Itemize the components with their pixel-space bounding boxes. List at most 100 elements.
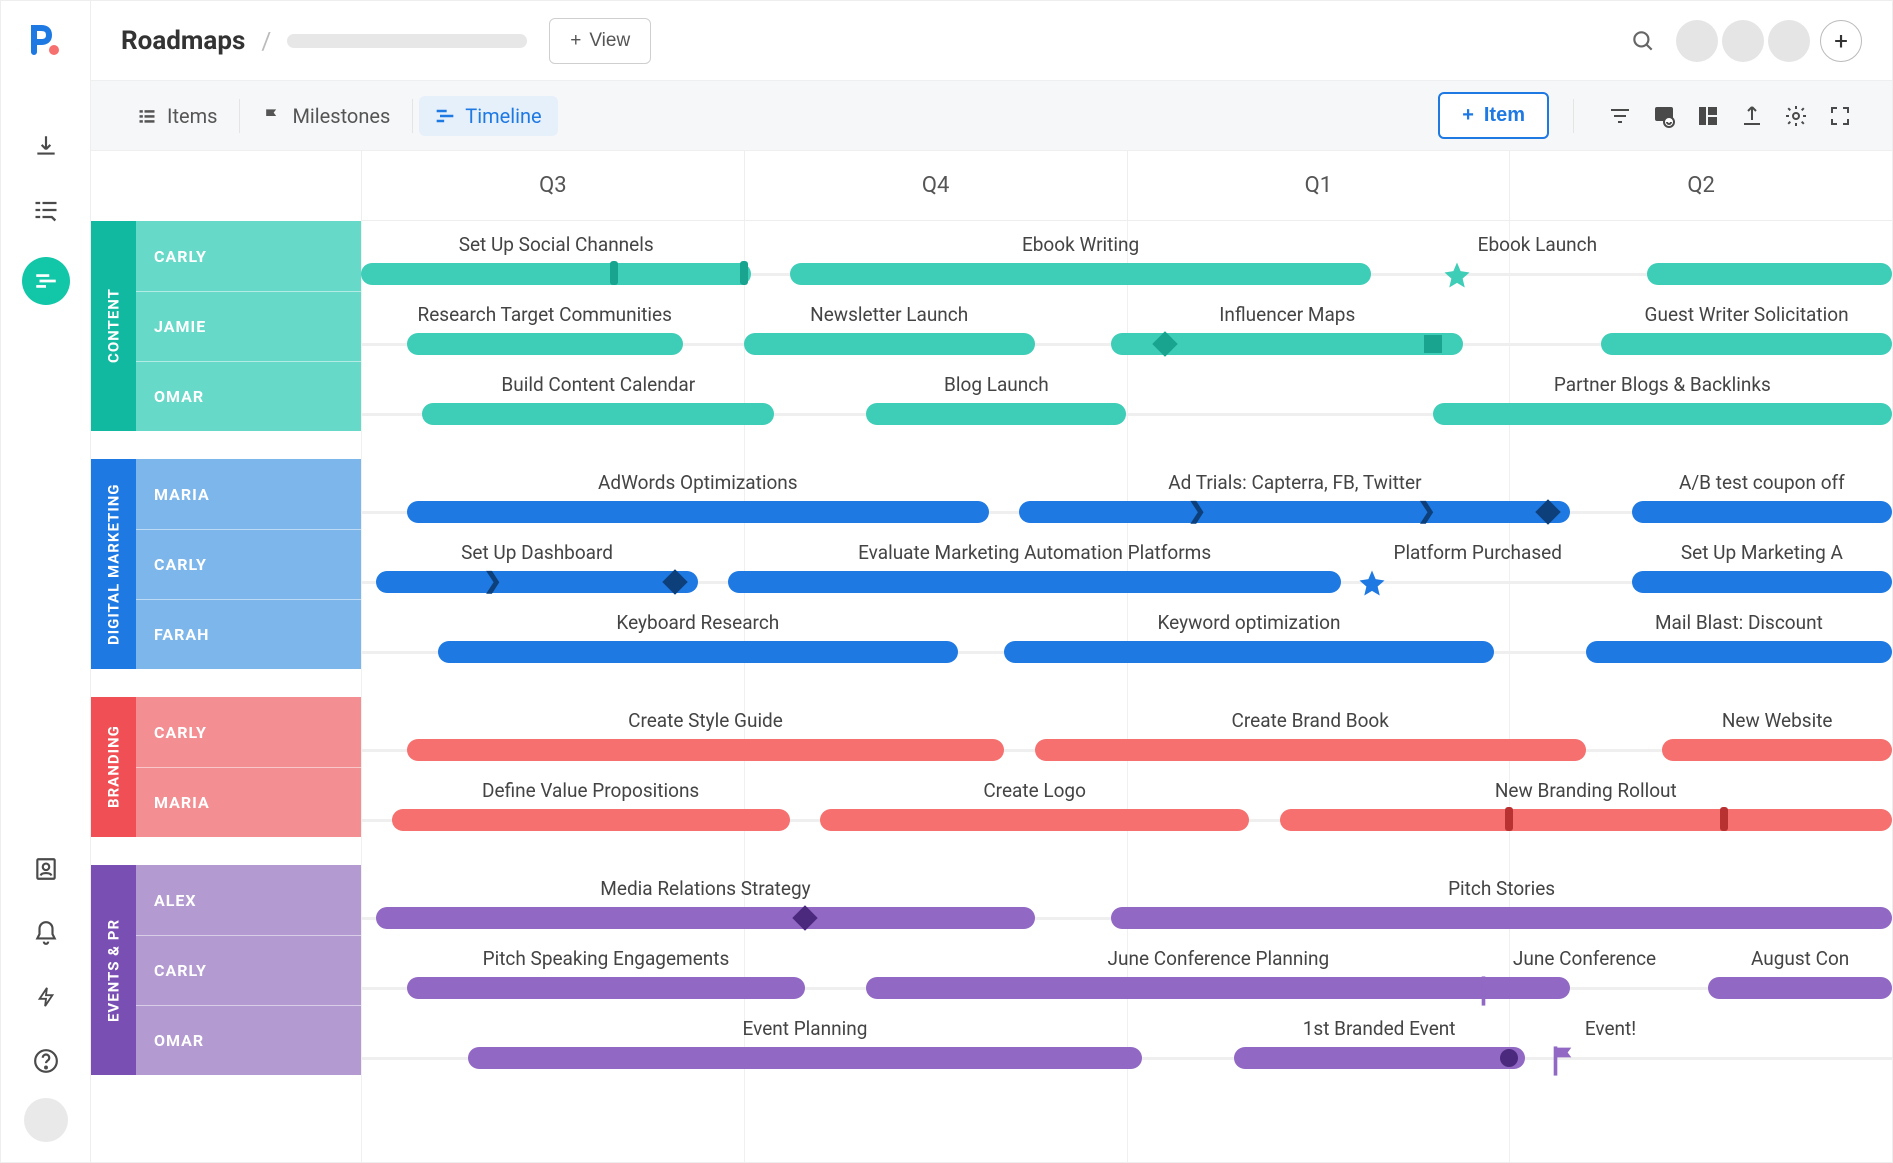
fullscreen-icon[interactable] bbox=[1818, 94, 1862, 138]
timeline-bar-label: Mail Blast: Discount bbox=[1655, 611, 1823, 634]
timeline-row: Media Relations StrategyPitch Stories bbox=[361, 865, 1892, 935]
swimlane-tab[interactable]: EVENTS & PR bbox=[91, 865, 136, 1075]
timeline-bar-label: Guest Writer Solicitation bbox=[1645, 303, 1849, 326]
timeline-bar[interactable] bbox=[1004, 641, 1494, 663]
timeline-bar[interactable] bbox=[422, 403, 774, 425]
timeline-bar-label: Newsletter Launch bbox=[810, 303, 968, 326]
timeline-row: Set Up Social ChannelsEbook WritingEbook… bbox=[361, 221, 1892, 291]
timeline-bar[interactable] bbox=[866, 977, 1570, 999]
timeline-bar[interactable] bbox=[407, 501, 989, 523]
timeline-bar[interactable] bbox=[1280, 809, 1892, 831]
swimlane-row-header[interactable]: CARLY bbox=[136, 697, 361, 767]
timeline-row: AdWords OptimizationsAd Trials: Capterra… bbox=[361, 459, 1892, 529]
chevron-marker: ❯ bbox=[483, 571, 501, 593]
timeline-area[interactable]: Q3Q4Q1Q2 Set Up Social ChannelsEbook Wri… bbox=[361, 151, 1892, 1162]
search-icon[interactable] bbox=[1630, 28, 1656, 54]
timeline-bar[interactable] bbox=[1586, 641, 1892, 663]
milestone-flag[interactable] bbox=[1477, 974, 1505, 1002]
swimlane-tab[interactable]: CONTENT bbox=[91, 221, 136, 431]
app-logo[interactable] bbox=[27, 21, 65, 59]
timeline-bar[interactable] bbox=[1035, 739, 1586, 761]
timeline-bar-label: Partner Blogs & Backlinks bbox=[1554, 373, 1771, 396]
timeline-bar[interactable] bbox=[866, 403, 1126, 425]
timeline-rows: Set Up Social ChannelsEbook WritingEbook… bbox=[361, 221, 1892, 1075]
timeline-bar[interactable] bbox=[820, 809, 1249, 831]
avatar[interactable] bbox=[1768, 20, 1810, 62]
swimlane-row-header[interactable]: ALEX bbox=[136, 865, 361, 935]
timeline-bar[interactable] bbox=[1708, 977, 1892, 999]
timeline-bar-label: Keyboard Research bbox=[616, 611, 779, 634]
timeline-bar[interactable] bbox=[407, 333, 683, 355]
timeline-bar[interactable] bbox=[744, 333, 1035, 355]
quarter-cell: Q3 bbox=[361, 151, 744, 220]
milestone-star[interactable] bbox=[1442, 260, 1470, 288]
swimlane-tab[interactable]: BRANDING bbox=[91, 697, 136, 837]
timeline-bar[interactable] bbox=[468, 1047, 1142, 1069]
nav-contacts-icon[interactable] bbox=[29, 852, 63, 886]
timeline-bar-label: A/B test coupon off bbox=[1679, 471, 1845, 494]
swimlane-row-header[interactable]: FARAH bbox=[136, 599, 361, 669]
timeline-bar-label: June Conference Planning bbox=[1108, 947, 1330, 970]
timeline-bar[interactable] bbox=[1647, 263, 1892, 285]
add-item-button[interactable]: + Item bbox=[1438, 92, 1549, 139]
timeline-bar[interactable] bbox=[1111, 907, 1892, 929]
avatar[interactable] bbox=[1722, 20, 1764, 62]
timeline-bar[interactable] bbox=[376, 907, 1034, 929]
view-timeline-tab[interactable]: Timeline bbox=[419, 96, 557, 136]
nav-activity-icon[interactable] bbox=[29, 980, 63, 1014]
filter-icon[interactable] bbox=[1598, 94, 1642, 138]
timeline-bar-label: New Website bbox=[1722, 709, 1833, 732]
timeline-bar[interactable] bbox=[1632, 501, 1892, 523]
timeline-bar[interactable] bbox=[438, 641, 959, 663]
timeline-icon bbox=[435, 106, 455, 126]
timeline-bar[interactable] bbox=[361, 263, 751, 285]
timeline-bar[interactable] bbox=[1662, 739, 1892, 761]
timeline-bar[interactable] bbox=[407, 977, 805, 999]
view-milestones-tab[interactable]: Milestones bbox=[246, 96, 406, 136]
nav-profile-avatar[interactable] bbox=[24, 1098, 68, 1142]
nav-import-icon[interactable] bbox=[29, 129, 63, 163]
swimlane-row-header[interactable]: CARLY bbox=[136, 221, 361, 291]
add-view-button[interactable]: + View bbox=[549, 18, 651, 64]
swimlane-tab[interactable]: DIGITAL MARKETING bbox=[91, 459, 136, 669]
swimlane-row-header[interactable]: MARIA bbox=[136, 459, 361, 529]
timeline-bar[interactable] bbox=[728, 571, 1340, 593]
timeline-bar-label: New Branding Rollout bbox=[1495, 779, 1677, 802]
avatar[interactable] bbox=[1676, 20, 1718, 62]
swimlane-column: CONTENTCARLYJAMIEOMARDIGITAL MARKETINGMA… bbox=[91, 151, 361, 1162]
timeline-row: Create Style GuideCreate Brand BookNew W… bbox=[361, 697, 1892, 767]
square-marker bbox=[1424, 335, 1442, 353]
swimlane-row-header[interactable]: OMAR bbox=[136, 1005, 361, 1075]
timeline-bar[interactable] bbox=[376, 571, 698, 593]
nav-help-icon[interactable] bbox=[29, 1044, 63, 1078]
timeline-bar[interactable] bbox=[1433, 403, 1892, 425]
timeline-bar[interactable] bbox=[1601, 333, 1892, 355]
view-items-tab[interactable]: Items bbox=[121, 96, 233, 136]
timeline-bar[interactable] bbox=[392, 809, 790, 831]
add-collaborator-button[interactable]: + bbox=[1820, 20, 1862, 62]
timeline-bar-label: Pitch Speaking Engagements bbox=[483, 947, 730, 970]
swimlane-row-header[interactable]: OMAR bbox=[136, 361, 361, 431]
nav-roadmap-icon[interactable] bbox=[22, 257, 70, 305]
timeline-row: Build Content CalendarBlog LaunchPartner… bbox=[361, 361, 1892, 431]
nav-notifications-icon[interactable] bbox=[29, 916, 63, 950]
timeline-bar[interactable] bbox=[407, 739, 1004, 761]
timeline-bar[interactable] bbox=[1632, 571, 1892, 593]
milestone-flag[interactable] bbox=[1549, 1044, 1577, 1072]
progress-marker bbox=[1720, 807, 1728, 831]
swimlane-row-header[interactable]: JAMIE bbox=[136, 291, 361, 361]
export-icon[interactable] bbox=[1730, 94, 1774, 138]
link-icon[interactable] bbox=[1642, 94, 1686, 138]
swimlane-row-header[interactable]: CARLY bbox=[136, 529, 361, 599]
gear-icon[interactable] bbox=[1774, 94, 1818, 138]
layout-icon[interactable] bbox=[1686, 94, 1730, 138]
nav-list-icon[interactable] bbox=[29, 193, 63, 227]
swimlane-row-header[interactable]: CARLY bbox=[136, 935, 361, 1005]
timeline-bar[interactable] bbox=[790, 263, 1372, 285]
timeline-bar-label: Set Up Marketing A bbox=[1681, 541, 1843, 564]
milestone-star[interactable] bbox=[1357, 568, 1385, 596]
swimlane-row-header[interactable]: MARIA bbox=[136, 767, 361, 837]
list-icon bbox=[137, 106, 157, 126]
timeline-bar[interactable] bbox=[1234, 1047, 1525, 1069]
timeline-bar[interactable] bbox=[1019, 501, 1570, 523]
